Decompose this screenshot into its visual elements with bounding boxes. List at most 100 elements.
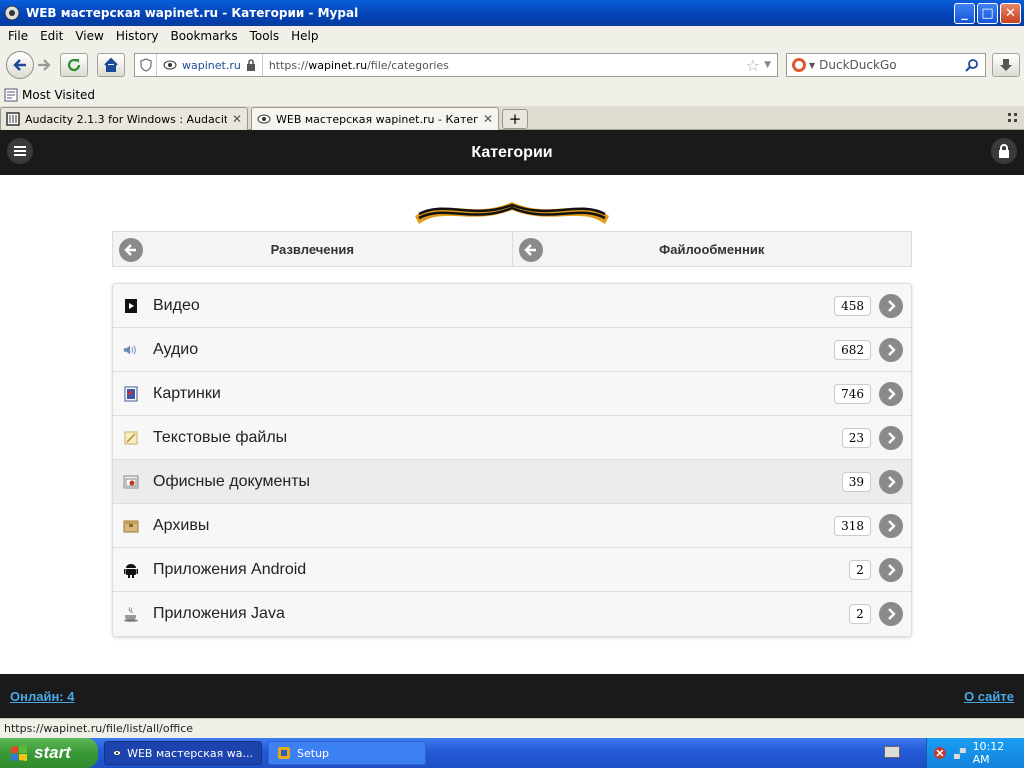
network-icon[interactable]: [953, 746, 967, 760]
tab-wapinet[interactable]: WEB мастерская wapinet.ru - Категории ✕: [251, 107, 499, 130]
menu-button[interactable]: [7, 138, 33, 164]
start-label: start: [34, 743, 71, 762]
category-count-badge: 23: [841, 427, 871, 448]
menu-history[interactable]: History: [110, 29, 165, 43]
menu-bookmarks[interactable]: Bookmarks: [165, 29, 244, 43]
category-java-apps[interactable]: Приложения Java 2: [113, 592, 911, 636]
maximize-button[interactable]: □: [977, 2, 998, 24]
tab-close-icon[interactable]: ✕: [232, 112, 242, 126]
lock-icon: [999, 144, 1009, 158]
text-file-icon: [123, 430, 139, 446]
security-alert-icon[interactable]: [933, 746, 947, 760]
most-visited-icon: [4, 88, 18, 102]
downloads-button[interactable]: [992, 53, 1020, 77]
taskbar-browser-label: WEB мастерская wa...: [127, 746, 253, 760]
category-audio[interactable]: Аудио 682: [113, 328, 911, 372]
duckduckgo-icon: [792, 58, 806, 72]
status-url: https://wapinet.ru/file/list/all/office: [4, 722, 194, 735]
category-android-apps[interactable]: Приложения Android 2: [113, 548, 911, 592]
chevron-right-icon: [879, 381, 903, 406]
window-title: WEB мастерская wapinet.ru - Категории - …: [26, 6, 359, 20]
video-icon: [123, 298, 139, 314]
category-video[interactable]: Видео 458: [113, 284, 911, 328]
tab-close-icon[interactable]: ✕: [483, 112, 493, 126]
category-label: Аудио: [153, 340, 199, 358]
chevron-right-icon: [879, 337, 903, 362]
menu-help[interactable]: Help: [285, 29, 324, 43]
category-label: Текстовые файлы: [153, 428, 288, 446]
category-label: Приложения Java: [153, 605, 285, 622]
st-george-ribbon-logo: [415, 202, 609, 224]
bookmark-star-icon[interactable]: ☆: [746, 56, 760, 75]
category-office-documents[interactable]: Офисные документы 39: [113, 460, 911, 504]
category-label: Архивы: [153, 516, 210, 534]
audio-icon: [123, 342, 139, 358]
arrow-left-icon: [518, 238, 543, 262]
url-dropdown-icon[interactable]: ▼: [764, 60, 771, 70]
tab-strip: Audacity 2.1.3 for Windows : Audacity : …: [0, 106, 1024, 130]
navigation-toolbar: wapinet.ru https://wapinet.ru/file/categ…: [0, 46, 1024, 84]
category-label: Офисные документы: [153, 472, 311, 490]
address-bar[interactable]: wapinet.ru https://wapinet.ru/file/categ…: [134, 53, 778, 77]
start-button[interactable]: start: [0, 738, 98, 768]
nav-entertainment-button[interactable]: Развлечения: [113, 232, 512, 266]
search-icon[interactable]: [965, 58, 979, 72]
window-titlebar: WEB мастерская wapinet.ru - Категории - …: [0, 0, 1024, 26]
keyboard-layout-icon[interactable]: [884, 746, 900, 758]
tab-audacity[interactable]: Audacity 2.1.3 for Windows : Audacity : …: [0, 107, 248, 130]
java-icon: [123, 606, 139, 622]
reload-button[interactable]: [60, 53, 88, 77]
bookmark-most-visited[interactable]: Most Visited: [22, 88, 95, 102]
audacity-favicon-icon: [6, 112, 20, 126]
category-count-badge: 458: [834, 295, 871, 316]
site-identity[interactable]: wapinet.ru: [157, 54, 263, 76]
category-label: Видео: [153, 296, 200, 314]
site-footer: Онлайн: 4 О сайте: [0, 674, 1024, 718]
arrow-left-icon: [119, 238, 143, 262]
lock-icon: [246, 59, 255, 71]
android-icon: [123, 562, 139, 578]
category-text-files[interactable]: Текстовые файлы 23: [113, 416, 911, 460]
hamburger-icon: [14, 146, 26, 156]
online-users-link[interactable]: Онлайн: 4: [10, 689, 74, 704]
taskbar-setup[interactable]: Setup: [268, 741, 426, 765]
back-arrow-icon: [13, 59, 26, 71]
tab-label: WEB мастерская wapinet.ru - Категории: [276, 112, 478, 126]
tab-list-icon[interactable]: [1008, 113, 1018, 123]
minimize-button[interactable]: _: [954, 2, 975, 24]
forward-button[interactable]: [36, 57, 52, 76]
chevron-right-icon: [879, 602, 903, 626]
about-site-link[interactable]: О сайте: [964, 689, 1014, 704]
archive-icon: [123, 518, 139, 534]
site-identity-label: wapinet.ru: [182, 58, 241, 72]
nav-fileshare-label: Файлообменник: [659, 241, 765, 257]
new-tab-button[interactable]: +: [502, 109, 528, 129]
category-label: Приложения Android: [153, 560, 307, 578]
wapinet-favicon-icon: [257, 114, 271, 124]
taskbar-browser[interactable]: WEB мастерская wa...: [104, 741, 262, 765]
chevron-right-icon: [879, 557, 903, 582]
page-title: Категории: [471, 143, 553, 161]
menu-tools[interactable]: Tools: [244, 29, 286, 43]
category-list: Видео 458 Аудио 682 Картинки 746 Текстов…: [112, 283, 912, 637]
login-button[interactable]: [991, 138, 1017, 164]
nav-fileshare-button[interactable]: Файлообменник: [511, 232, 912, 266]
office-doc-icon: [123, 474, 139, 490]
category-pictures[interactable]: Картинки 746: [113, 372, 911, 416]
category-archives[interactable]: Архивы 318: [113, 504, 911, 548]
shield-icon: [135, 54, 157, 76]
status-bar: https://wapinet.ru/file/list/all/office: [0, 718, 1024, 738]
category-count-badge: 2: [849, 604, 871, 624]
close-button[interactable]: ✕: [1000, 2, 1021, 24]
menu-view[interactable]: View: [69, 29, 109, 43]
section-nav: Развлечения Файлообменник: [112, 231, 912, 267]
back-button[interactable]: [6, 51, 34, 79]
menu-edit[interactable]: Edit: [34, 29, 69, 43]
url-text: https://wapinet.ru/file/categories: [268, 58, 449, 72]
chevron-right-icon: [879, 469, 903, 494]
picture-icon: [123, 386, 139, 402]
search-bar[interactable]: ▼ DuckDuckGo: [786, 53, 986, 77]
home-button[interactable]: [97, 53, 125, 77]
menu-file[interactable]: File: [2, 29, 34, 43]
bookmarks-bar: Most Visited: [0, 84, 1024, 106]
